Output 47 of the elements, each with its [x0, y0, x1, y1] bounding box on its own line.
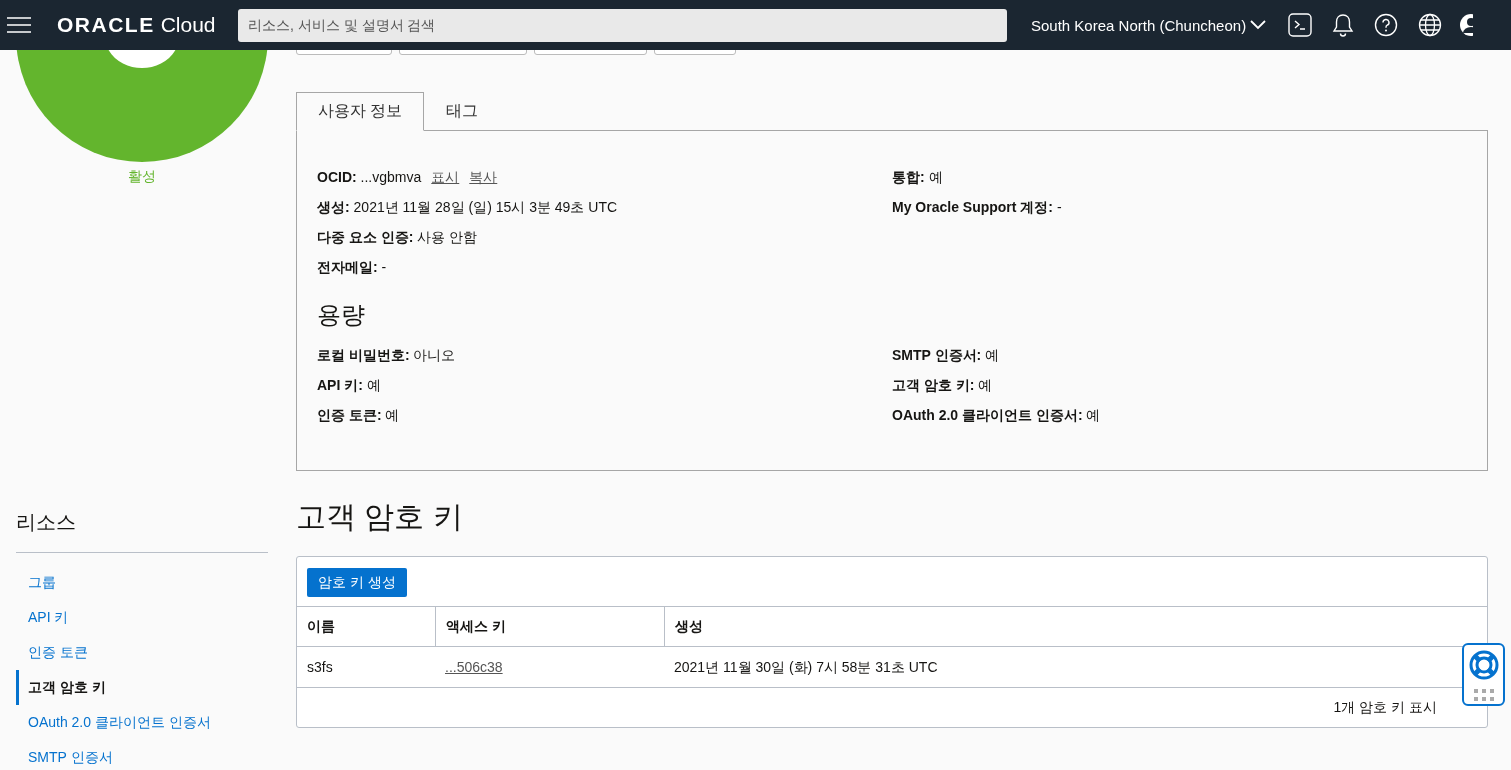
- detail-text: 로컬 비밀번호: 아니오: [317, 347, 456, 363]
- globe-icon[interactable]: [1418, 13, 1443, 37]
- section-heading: 용량: [317, 300, 366, 330]
- chevron-down-icon: [1250, 20, 1267, 30]
- region-selector[interactable]: South Korea North (Chuncheon): [1031, 16, 1267, 34]
- row-count: 1개 암호 키 표시: [1333, 699, 1437, 715]
- lifebuoy-icon: [1467, 648, 1500, 681]
- text-link[interactable]: 표시: [431, 169, 460, 185]
- page-heading: 고객 암호 키: [296, 499, 464, 535]
- detail-text: 고객 암호 키: 예: [892, 377, 993, 393]
- help-widget[interactable]: [1462, 643, 1505, 706]
- tab[interactable]: 태그: [424, 92, 501, 131]
- user-icon[interactable]: [1459, 13, 1474, 37]
- detail-text: 다중 요소 인증: 사용 안함: [317, 229, 478, 245]
- detail-text: OCID: ...vgbmva: [317, 169, 422, 185]
- help-icon[interactable]: [1374, 13, 1399, 37]
- sidebar-item[interactable]: API 키: [16, 600, 268, 635]
- sidebar-item[interactable]: 인증 토큰: [16, 635, 268, 670]
- key-link[interactable]: ...506c38: [445, 659, 503, 675]
- sidebar-item[interactable]: 고객 암호 키: [16, 670, 268, 705]
- status-label: 활성: [127, 168, 157, 186]
- column-header: 액세스 키: [435, 607, 664, 646]
- terminal-icon[interactable]: [1288, 13, 1313, 37]
- detail-text: API 키: 예: [317, 377, 381, 393]
- detail-text: OAuth 2.0 클라이언트 인증서: 예: [892, 407, 1101, 423]
- text-link[interactable]: 복사: [469, 169, 498, 185]
- logo-product[interactable]: Cloud: [160, 13, 216, 37]
- detail-text: 인증 토큰: 예: [317, 407, 400, 423]
- bell-icon[interactable]: [1332, 13, 1355, 37]
- tab[interactable]: 사용자 정보: [296, 92, 425, 131]
- resources-heading: 리소스: [16, 509, 268, 553]
- table-cell: 2021년 11월 30일 (화) 7시 58분 31초 UTC: [674, 659, 938, 675]
- detail-text: 전자메일: -: [317, 259, 387, 275]
- sidebar-item[interactable]: SMTP 인증서: [16, 740, 268, 770]
- logo-brand[interactable]: ORACLE: [57, 13, 155, 37]
- detail-text: My Oracle Support 계정: -: [892, 199, 1062, 215]
- create-key-button[interactable]: 암호 키 생성: [307, 568, 407, 597]
- detail-text: 통합: 예: [892, 169, 943, 185]
- menu-icon[interactable]: [7, 17, 31, 33]
- detail-text: SMTP 인증서: 예: [892, 347, 1000, 363]
- sidebar-item[interactable]: 그룹: [16, 565, 268, 600]
- column-header: 이름: [306, 617, 336, 636]
- sidebar-item[interactable]: OAuth 2.0 클라이언트 인증서: [16, 705, 268, 740]
- detail-text: 생성: 2021년 11월 28일 (일) 15시 3분 49초 UTC: [317, 199, 618, 215]
- grip-icon: [1473, 688, 1494, 701]
- search-field[interactable]: 리소스, 서비스 및 설명서 검색: [238, 8, 1007, 42]
- table-cell: s3fs: [307, 659, 333, 675]
